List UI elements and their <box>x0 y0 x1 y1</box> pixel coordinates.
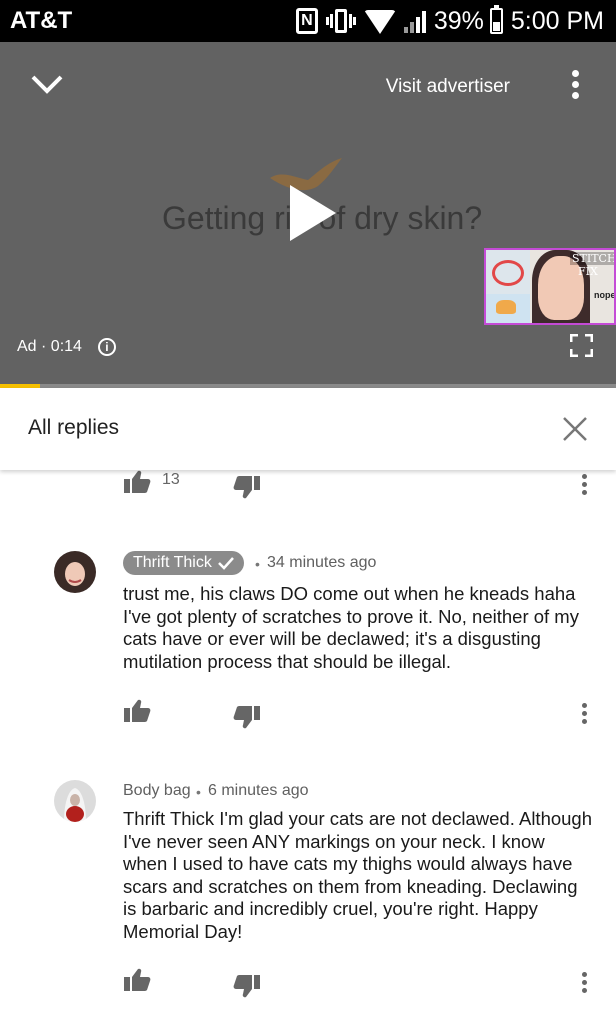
replies-header: All replies <box>0 388 616 470</box>
chevron-down-icon[interactable] <box>30 72 64 96</box>
verified-check-icon <box>217 557 234 570</box>
comment-menu-icon[interactable] <box>582 474 588 496</box>
fullscreen-icon[interactable] <box>570 334 593 357</box>
comment-time: 6 minutes ago <box>208 782 309 799</box>
avatar[interactable] <box>54 551 96 593</box>
thumbnail-caption: nope. <box>594 290 616 300</box>
comment-text: trust me, his claws DO come out when he … <box>123 583 579 672</box>
thumbs-down-icon[interactable] <box>233 705 261 729</box>
avatar[interactable] <box>54 780 96 822</box>
thumbs-up-icon[interactable] <box>123 470 151 494</box>
replies-title: All replies <box>28 416 120 439</box>
video-thumbnail[interactable]: STITCH FIX nope. <box>484 248 616 325</box>
carrier-name: AT&T <box>10 7 73 34</box>
author-chip[interactable]: Thrift Thick <box>123 551 244 575</box>
like-count: 13 <box>162 471 180 488</box>
battery-percent: 39% <box>433 6 484 35</box>
comment-menu-icon[interactable] <box>582 703 588 725</box>
ad-timer: Ad · 0:14 <box>17 338 82 355</box>
play-icon[interactable] <box>290 185 336 241</box>
wifi-icon <box>363 10 396 34</box>
status-bar: AT&T N 39% 5:00 PM <box>0 0 616 42</box>
more-options-icon[interactable] <box>569 70 581 102</box>
meta-separator: • <box>196 784 201 800</box>
battery-icon <box>489 5 503 34</box>
info-icon[interactable]: i <box>97 338 116 356</box>
comment-text: Thrift Thick I'm glad your cats are not … <box>123 808 593 942</box>
thumbs-up-icon[interactable] <box>123 699 151 723</box>
clock: 5:00 PM <box>510 6 604 35</box>
close-icon[interactable] <box>562 416 588 442</box>
comment-menu-icon[interactable] <box>582 972 588 994</box>
signal-icon <box>403 9 426 33</box>
visit-advertiser-link[interactable]: Visit advertiser <box>386 76 510 98</box>
status-icons: N 39% 5:00 PM <box>295 5 604 37</box>
thumbnail-title-line2: FIX <box>578 265 598 278</box>
nfc-icon: N <box>295 8 318 34</box>
video-player[interactable]: Visit advertiser Getting rid of dry skin… <box>0 42 616 388</box>
thumbnail-title-line1: STITCH <box>570 252 614 265</box>
thumbs-down-icon[interactable] <box>233 475 261 499</box>
thumbs-up-icon[interactable] <box>123 968 151 992</box>
meta-separator: • <box>255 556 260 572</box>
vibrate-icon <box>325 8 356 34</box>
ad-label: Ad · 0:14 i <box>17 338 116 356</box>
author-name[interactable]: Body bag <box>123 782 191 800</box>
author-name: Thrift Thick <box>133 554 212 571</box>
comment-time: 34 minutes ago <box>267 554 377 571</box>
thumbs-down-icon[interactable] <box>233 974 261 998</box>
